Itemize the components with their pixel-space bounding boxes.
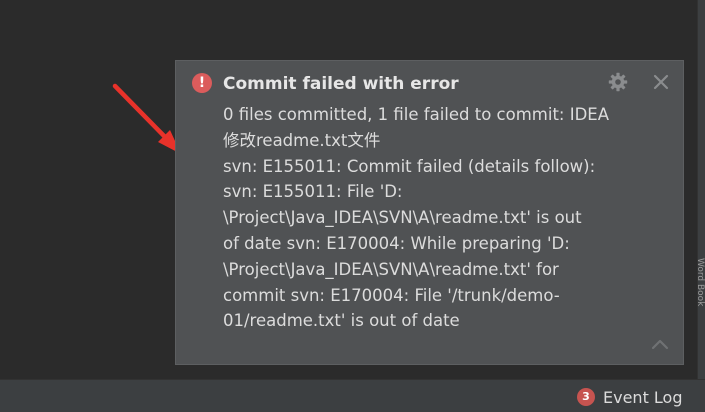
error-icon: ! [192,73,212,93]
notification-balloon: ! Commit failed with error 0 files commi… [175,60,684,365]
message-line: 修改readme.txt文件 [223,130,381,150]
event-log-button[interactable]: 3 Event Log [577,386,683,408]
status-bar: 3 Event Log [0,379,705,412]
message-line: commit svn: E170004: File '/trunk/demo- [223,285,560,305]
message-line: 0 files committed, 1 file failed to comm… [223,105,610,124]
message-line: \Project\Java_IDEA\SVN\A\readme.txt' for [223,259,559,279]
message-line: of date svn: E170004: While preparing 'D… [223,233,570,253]
side-tool-window-label[interactable]: Word Book [698,258,705,368]
gear-icon[interactable] [608,72,628,92]
chevron-up-icon[interactable] [650,337,670,351]
event-log-label: Event Log [603,387,683,407]
message-line: svn: E155011: File 'D: [223,182,403,202]
notification-message: 0 files committed, 1 file failed to comm… [223,102,641,334]
message-line: svn: E155011: Commit failed (details fol… [223,156,596,176]
message-line: 01/readme.txt' is out of date [223,311,460,331]
message-line: \Project\Java_IDEA\SVN\A\readme.txt' is … [223,208,582,228]
event-log-count-badge: 3 [577,388,595,406]
notification-title: Commit failed with error [223,74,459,94]
close-icon[interactable] [652,73,670,91]
